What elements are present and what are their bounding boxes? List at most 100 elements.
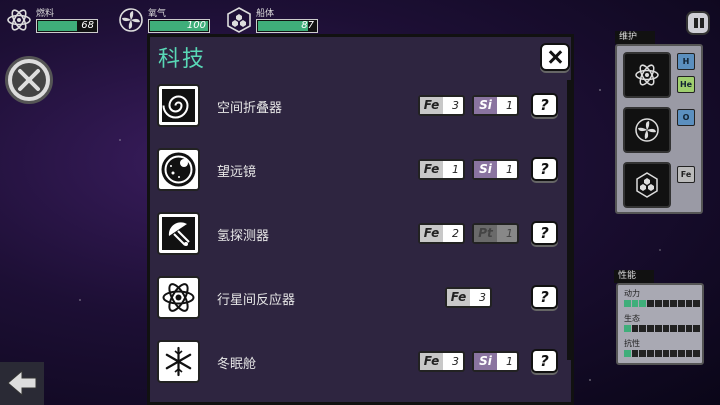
maint-tag-fe: Fe xyxy=(677,166,695,183)
hull-icon xyxy=(636,172,658,198)
fuel-value: 68 xyxy=(81,20,94,31)
tech-name: 氢探测器 xyxy=(217,229,270,244)
stat-segment xyxy=(670,300,677,307)
fuel-label: 燃料 xyxy=(36,9,55,19)
hull-meter: 船体 87 xyxy=(226,5,318,33)
tech-item-interplanetary-reactor[interactable]: 行星间反应器 Fe 3 ? xyxy=(157,276,562,320)
cost-chip-si: Si 1 xyxy=(472,95,519,116)
fuel-bar: 68 xyxy=(36,19,98,33)
cost-chip-fe: Fe 3 xyxy=(418,351,465,372)
oxygen-meter: 氧气 100 xyxy=(118,5,210,33)
tech-item-hydrogen-probe[interactable]: 氢探测器 Fe 2 Pt 1 ? xyxy=(157,212,562,256)
help-button[interactable]: ? xyxy=(531,349,558,373)
stat-segment xyxy=(639,325,647,332)
stat-segment xyxy=(693,325,701,332)
stat-segment xyxy=(631,300,639,307)
back-button[interactable] xyxy=(0,362,44,405)
close-button[interactable] xyxy=(540,43,570,71)
performance-panel: 动力 生态 抗性 xyxy=(616,283,704,365)
cost-chip-pt: Pt 1 xyxy=(472,223,519,244)
hull-label: 船体 xyxy=(256,9,275,19)
maint-tag-h: H xyxy=(677,53,695,70)
atom-icon xyxy=(157,276,200,319)
tech-item-telescope[interactable]: 望远镜 Fe 1 Si 1 ? xyxy=(157,148,562,192)
cost-chip-fe: Fe 3 xyxy=(418,95,465,116)
stat-segment xyxy=(624,325,631,332)
hull-icon xyxy=(227,7,251,33)
pause-button[interactable] xyxy=(686,11,710,35)
maint-slot-hull[interactable] xyxy=(623,162,671,208)
tech-name: 空间折叠器 xyxy=(217,101,283,116)
stat-segment xyxy=(670,350,677,357)
stat-segment xyxy=(654,325,662,332)
spiral-icon xyxy=(157,84,200,127)
stat-segment xyxy=(639,350,647,357)
help-button[interactable]: ? xyxy=(531,221,558,245)
scrollbar[interactable] xyxy=(567,80,571,360)
cost-chip-fe: Fe 3 xyxy=(445,287,492,308)
stat-segment xyxy=(662,325,670,332)
arrow-left-icon xyxy=(7,369,37,397)
maintenance-panel: H He O Fe xyxy=(615,44,703,214)
hull-bar: 87 xyxy=(256,19,318,33)
fuel-bar-fill xyxy=(38,21,77,31)
stat-segment xyxy=(662,350,670,357)
atom-icon xyxy=(7,9,31,31)
maint-slot-fan[interactable] xyxy=(623,107,671,153)
stat-segment xyxy=(677,325,685,332)
stat-segment xyxy=(624,350,631,357)
stat-segment xyxy=(693,350,701,357)
telescope-icon xyxy=(157,148,200,191)
panel-title: 科技 xyxy=(158,47,207,72)
help-button[interactable]: ? xyxy=(531,285,558,309)
stat-bar-ecology xyxy=(624,325,701,332)
maintenance-title: 维护 xyxy=(615,31,655,44)
cost-chip-fe: Fe 2 xyxy=(418,223,465,244)
maint-slot-reactor[interactable] xyxy=(623,52,671,98)
stat-segment xyxy=(624,300,631,307)
stat-segment xyxy=(685,350,693,357)
tech-name: 望远镜 xyxy=(217,165,257,180)
help-button[interactable]: ? xyxy=(531,93,558,117)
oxygen-label: 氧气 xyxy=(148,9,167,19)
tech-item-space-folder[interactable]: 空间折叠器 Fe 3 Si 1 ? xyxy=(157,84,562,128)
stat-label-resistance: 抗性 xyxy=(624,339,640,348)
stat-segment xyxy=(685,300,693,307)
game-screen: 燃料 68 氧气 100 船体 87 科技 空间折叠器 Fe 3 Si 1 ? … xyxy=(0,0,720,405)
stat-segment xyxy=(677,350,685,357)
tech-item-hibernation-pod[interactable]: 冬眠舱 Fe 3 Si 1 ? xyxy=(157,340,562,384)
oxygen-value: 100 xyxy=(186,20,206,31)
probe-icon xyxy=(157,212,200,255)
atom-icon xyxy=(635,64,659,86)
stat-segment xyxy=(647,325,654,332)
fuel-meter: 燃料 68 xyxy=(6,5,98,33)
stat-segment xyxy=(662,300,670,307)
wrench-icon xyxy=(12,63,46,97)
stat-segment xyxy=(647,350,654,357)
stat-segment xyxy=(677,300,685,307)
cost-chip-fe: Fe 1 xyxy=(418,159,465,180)
stat-bar-resistance xyxy=(624,350,701,357)
oxygen-bar: 100 xyxy=(148,19,210,33)
snowflake-icon xyxy=(157,340,200,383)
maint-tag-he: He xyxy=(677,76,695,93)
stat-segment xyxy=(647,300,654,307)
tech-name: 行星间反应器 xyxy=(217,293,296,308)
hull-value: 87 xyxy=(301,20,314,31)
stat-segment xyxy=(631,350,639,357)
stat-label-ecology: 生态 xyxy=(624,314,640,323)
fan-icon xyxy=(119,8,143,32)
cost-chip-si: Si 1 xyxy=(472,159,519,180)
tech-name: 冬眠舱 xyxy=(217,357,257,372)
tools-button[interactable] xyxy=(5,56,53,104)
stat-segment xyxy=(685,325,693,332)
stat-segment xyxy=(631,325,639,332)
stat-segment xyxy=(693,300,701,307)
stat-label-power: 动力 xyxy=(624,289,640,298)
stat-bar-power xyxy=(624,300,701,307)
help-button[interactable]: ? xyxy=(531,157,558,181)
stat-segment xyxy=(670,325,677,332)
performance-title: 性能 xyxy=(614,270,654,283)
stat-segment xyxy=(654,350,662,357)
stat-segment xyxy=(654,300,662,307)
